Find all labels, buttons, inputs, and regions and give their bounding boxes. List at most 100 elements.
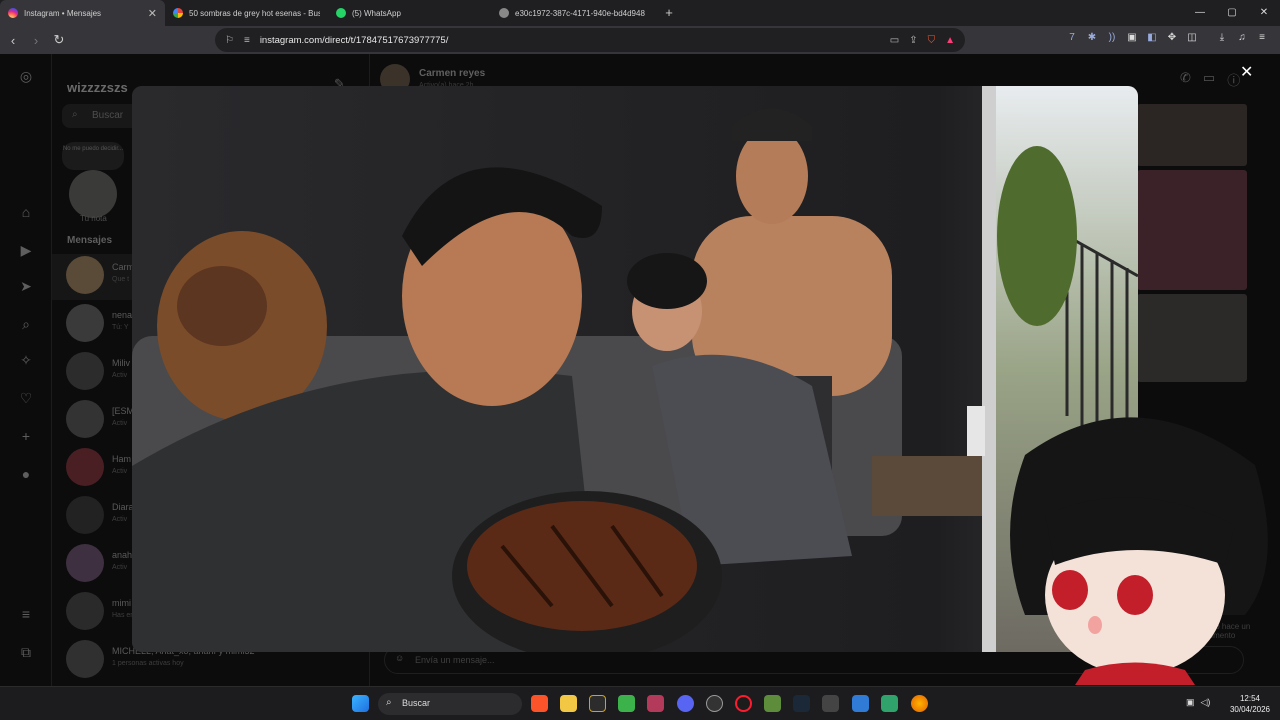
shared-photo[interactable] xyxy=(1137,170,1247,290)
discord-icon[interactable] xyxy=(677,695,694,712)
network-icon[interactable]: ▣ xyxy=(1186,697,1195,708)
avatar-mouth xyxy=(1088,616,1102,634)
message-placeholder: Envía un mensaje... xyxy=(415,655,495,665)
translate-extension-icon[interactable]: 7 xyxy=(1066,32,1078,44)
steam-icon[interactable] xyxy=(793,695,810,712)
note-avatar[interactable] xyxy=(69,170,117,218)
extension-icon[interactable]: ✱ xyxy=(1086,32,1098,44)
avatar xyxy=(66,592,104,630)
app-icon[interactable] xyxy=(881,695,898,712)
man-head xyxy=(736,128,808,224)
brave-shield-icon[interactable]: ⛉ xyxy=(928,35,936,46)
download-icon[interactable]: ⤓ xyxy=(1216,32,1228,44)
taskbar-search[interactable]: ⌕ Buscar xyxy=(378,693,522,715)
search-icon: ⌕ xyxy=(386,697,392,708)
avatar xyxy=(66,304,104,342)
app-icon[interactable] xyxy=(852,695,869,712)
note-bubble[interactable]: No me puedo decidir... xyxy=(62,142,124,170)
shared-photo[interactable] xyxy=(1137,294,1247,382)
avatar xyxy=(66,352,104,390)
valorant-icon[interactable] xyxy=(647,695,664,712)
home-icon[interactable]: ⌂ xyxy=(17,204,35,222)
extension-icon[interactable]: )) xyxy=(1106,32,1118,44)
instagram-nav-rail: ◎ ⌂ ▶ ➤ ⌕ ✧ ♡ + ● ≡ ⧉ xyxy=(0,54,52,686)
search-icon[interactable]: ⌕ xyxy=(17,316,35,334)
contact-name[interactable]: Carmen reyes xyxy=(419,68,485,79)
bottle xyxy=(967,406,985,456)
menu-icon[interactable]: ≡ xyxy=(1256,32,1268,44)
app-icon[interactable] xyxy=(589,695,606,712)
tab-whatsapp[interactable]: (5) WhatsApp xyxy=(328,0,491,26)
reels-icon[interactable]: ▶ xyxy=(17,242,35,260)
notifications-heart-icon[interactable]: ♡ xyxy=(17,390,35,408)
new-tab-button[interactable]: + xyxy=(659,0,679,26)
forward-icon[interactable]: › xyxy=(26,33,46,48)
whatsapp-icon xyxy=(336,8,346,18)
app-icon[interactable] xyxy=(618,695,635,712)
tab-uuid[interactable]: e30c1972-387c-4171-940e-bd4d948 xyxy=(491,0,659,26)
conversation-name: Miliv xyxy=(112,358,130,368)
clock-date: 30/04/2026 xyxy=(1229,705,1271,714)
instagram-icon xyxy=(8,8,18,18)
tab-google-search[interactable]: 50 sombras de grey hot esenas - Bus xyxy=(165,0,328,26)
reload-icon[interactable]: ↻ xyxy=(49,32,69,48)
avatar-hoodie xyxy=(1075,662,1195,685)
avatar xyxy=(66,256,104,294)
create-icon[interactable]: + xyxy=(17,428,35,446)
windows-start-icon[interactable] xyxy=(352,695,369,712)
media-icon[interactable]: ♫ xyxy=(1236,32,1248,44)
close-tab-icon[interactable]: ✕ xyxy=(148,7,157,20)
conversation-name: [ESM xyxy=(112,406,135,416)
file-explorer-icon[interactable] xyxy=(560,695,577,712)
opera-gx-icon[interactable] xyxy=(735,695,752,712)
video-call-icon[interactable]: ▭ xyxy=(1203,70,1215,89)
bookmark-icon[interactable]: ⚐ xyxy=(225,35,234,46)
firefox-icon[interactable] xyxy=(911,695,928,712)
search-icon: ⌕ xyxy=(72,109,78,120)
search-placeholder: Buscar xyxy=(92,110,124,121)
emoji-icon[interactable]: ☺ xyxy=(395,653,404,663)
site-settings-icon[interactable]: ≡ xyxy=(244,35,250,46)
extension-icon[interactable]: ▣ xyxy=(1126,32,1138,44)
shared-photo[interactable] xyxy=(1137,104,1247,166)
puzzle-icon[interactable]: ✥ xyxy=(1166,32,1178,44)
share-icon[interactable]: ⇪ xyxy=(909,35,917,46)
account-username[interactable]: wizzzzszs xyxy=(67,80,128,95)
avatar-right-eye xyxy=(1117,575,1153,615)
app-icon[interactable] xyxy=(706,695,723,712)
messages-header: Mensajes xyxy=(67,235,113,246)
brave-browser-icon[interactable] xyxy=(531,695,548,712)
close-window-icon[interactable]: ✕ xyxy=(1248,0,1280,26)
system-tray: ▣ ◁) xyxy=(1186,697,1210,708)
tab-instagram[interactable]: Instagram • Mensajes ✕ xyxy=(0,0,165,26)
note-label: Tu nota xyxy=(80,214,107,223)
maximize-icon[interactable]: ▢ xyxy=(1216,0,1248,26)
phone-icon[interactable]: ✆ xyxy=(1180,70,1191,89)
instagram-logo-icon[interactable]: ◎ xyxy=(17,68,35,86)
browser-tab-strip: Instagram • Mensajes ✕ 50 sombras de gre… xyxy=(0,0,1280,26)
app-icon[interactable] xyxy=(822,695,839,712)
globe-icon xyxy=(499,8,509,18)
taskbar: ⌕ Buscar ▣ ◁) 12:54 30/04/2026 xyxy=(0,686,1280,720)
conversation-name: mimi xyxy=(112,598,131,608)
volume-icon[interactable]: ◁) xyxy=(1201,697,1211,708)
window-controls: — ▢ ✕ xyxy=(1184,0,1280,26)
messages-icon[interactable]: ➤ xyxy=(17,278,35,296)
back-icon[interactable]: ‹ xyxy=(3,33,23,48)
sidebar-icon[interactable]: ◫ xyxy=(1186,32,1198,44)
minecraft-icon[interactable] xyxy=(764,695,781,712)
more-menu-icon[interactable]: ≡ xyxy=(17,606,35,624)
close-modal-icon[interactable]: ✕ xyxy=(1240,62,1253,82)
seated-person-hair xyxy=(627,253,707,309)
cast-icon[interactable]: ▭ xyxy=(890,35,899,46)
clock[interactable]: 12:54 30/04/2026 xyxy=(1222,693,1278,715)
info-icon[interactable]: ⓘ xyxy=(1227,70,1240,89)
profile-avatar-icon[interactable]: ● xyxy=(17,466,35,484)
extension-icon[interactable]: ◧ xyxy=(1146,32,1158,44)
explore-icon[interactable]: ✧ xyxy=(17,352,35,370)
brave-rewards-icon[interactable]: ▲ xyxy=(945,35,955,46)
minimize-icon[interactable]: — xyxy=(1184,0,1216,26)
apps-icon[interactable]: ⧉ xyxy=(17,644,35,662)
address-bar[interactable]: ⚐ ≡ instagram.com/direct/t/1784751767397… xyxy=(215,28,965,52)
url-text[interactable]: instagram.com/direct/t/17847517673977775… xyxy=(260,35,880,46)
